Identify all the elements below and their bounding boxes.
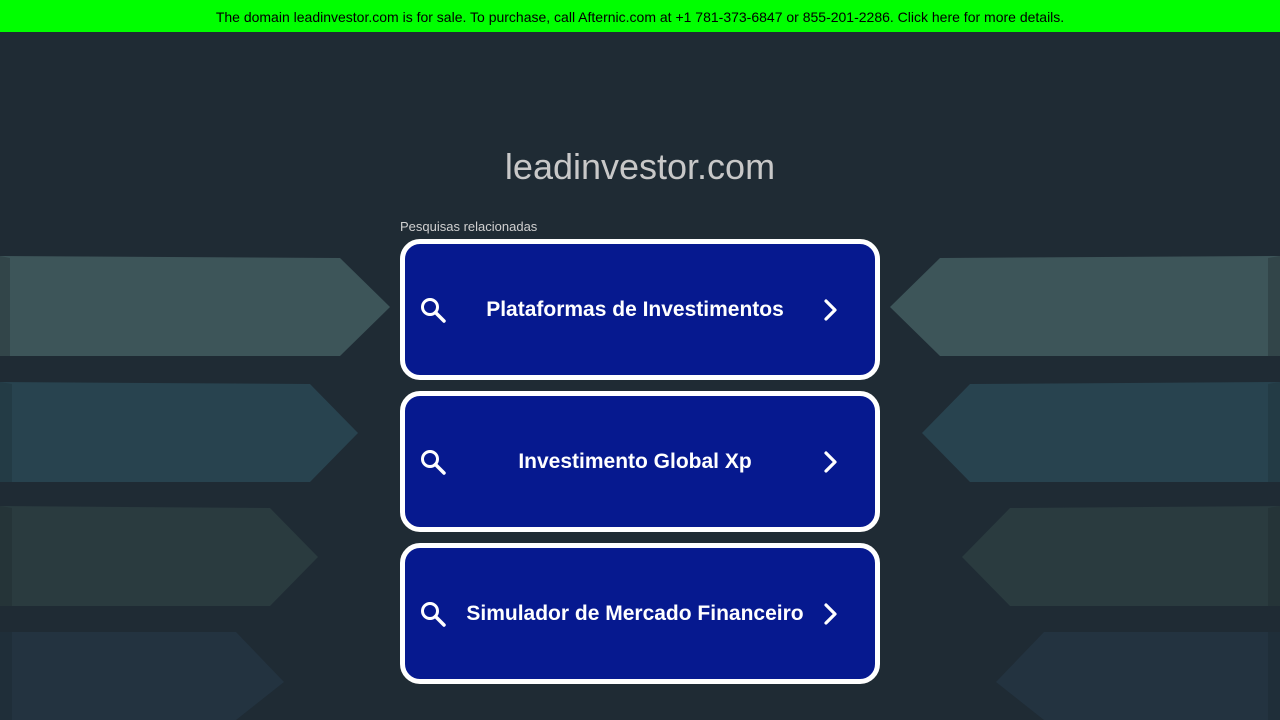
deco-arrow-right-3-edge xyxy=(1268,506,1280,606)
deco-arrow-left-1-edge xyxy=(0,256,10,356)
related-search-label: Plataformas de Investimentos xyxy=(486,297,784,321)
deco-arrow-right-1 xyxy=(890,256,1280,356)
deco-arrow-right-2-edge xyxy=(1268,382,1280,482)
deco-arrow-left-1 xyxy=(0,256,390,356)
deco-arrow-right-4 xyxy=(996,632,1280,720)
related-search-link[interactable]: Plataformas de Investimentos xyxy=(400,239,880,380)
search-icon xyxy=(421,449,446,475)
domain-title: leadinvestor.com xyxy=(504,146,776,187)
related-search-link[interactable]: Investimento Global Xp xyxy=(400,391,880,532)
parked-domain-page: The domain leadinvestor.com is for sale.… xyxy=(0,0,1280,720)
deco-arrow-left-3-edge xyxy=(0,506,12,606)
chevron-right-icon xyxy=(824,298,837,321)
deco-arrow-right-3 xyxy=(962,506,1280,606)
deco-arrow-right-1-edge xyxy=(1268,256,1280,356)
chevron-right-icon xyxy=(824,602,837,625)
related-search-label: Simulador de Mercado Financeiro xyxy=(466,601,804,625)
search-icon xyxy=(421,601,446,627)
related-search-link[interactable]: Simulador de Mercado Financeiro xyxy=(400,543,880,684)
deco-arrow-left-2-edge xyxy=(0,382,12,482)
deco-arrow-left-4-edge xyxy=(0,632,12,720)
related-searches-list: Plataformas de Investimentos Investiment… xyxy=(400,239,880,695)
domain-sale-banner[interactable]: The domain leadinvestor.com is for sale.… xyxy=(0,0,1280,32)
deco-arrow-left-3 xyxy=(0,506,318,606)
deco-arrow-right-4-edge xyxy=(1268,632,1280,720)
related-searches-label: Pesquisas relacionadas xyxy=(400,219,538,234)
chevron-right-icon xyxy=(824,450,837,473)
deco-arrow-left-2 xyxy=(0,382,358,482)
deco-arrow-right-2 xyxy=(922,382,1280,482)
related-search-label: Investimento Global Xp xyxy=(518,449,752,473)
search-icon xyxy=(421,297,446,323)
deco-arrow-left-4 xyxy=(0,632,284,720)
